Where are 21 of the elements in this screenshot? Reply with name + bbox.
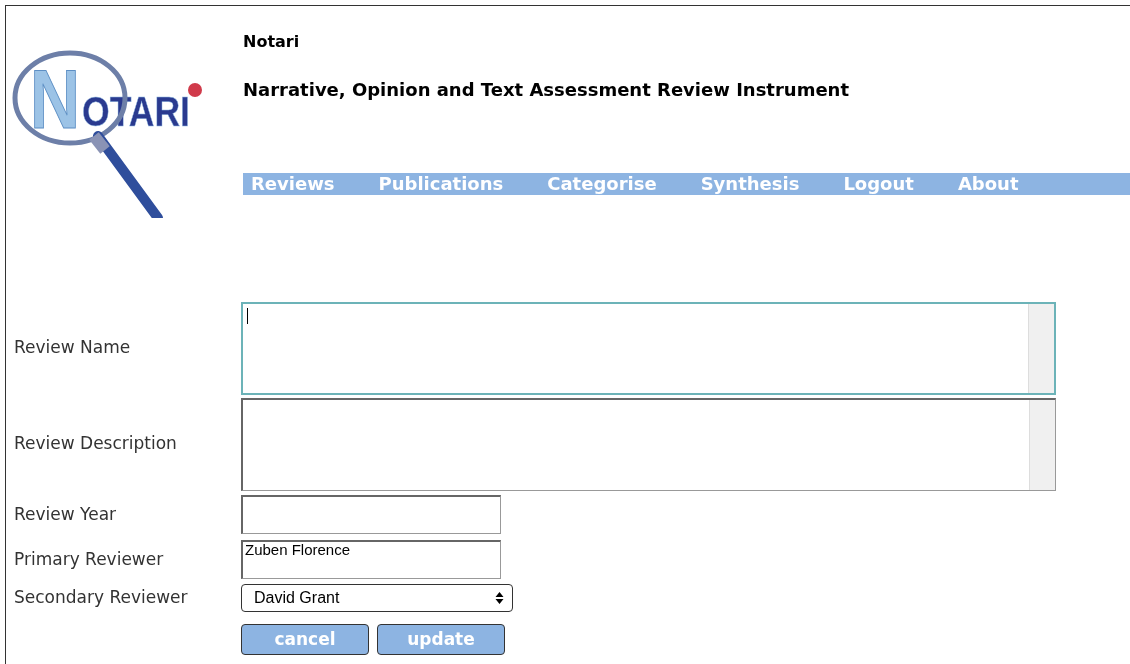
nav-link[interactable]: Synthesis [700, 175, 800, 193]
nav-link[interactable]: Logout [843, 175, 914, 193]
nav-link[interactable]: Categorise [547, 175, 657, 193]
updown-icon [495, 591, 504, 605]
text-field[interactable]: Zuben Florence [241, 540, 501, 579]
field-label: Review Name [13, 336, 132, 360]
text-area[interactable] [241, 397, 1056, 491]
field-label: Secondary Reviewer [13, 586, 189, 610]
form-button[interactable]: update [377, 624, 505, 655]
nav-link[interactable]: Reviews [251, 175, 335, 193]
app-title: Notari [243, 31, 301, 53]
field-label: Primary Reviewer [13, 547, 165, 571]
text-field[interactable] [241, 495, 501, 534]
field-value: Zuben Florence [245, 541, 351, 558]
dropdown[interactable]: David Grant [241, 584, 513, 612]
form-button[interactable]: cancel [241, 624, 369, 655]
field-label: Review Description [13, 432, 178, 456]
app-subtitle: Narrative, Opinion and Text Assessment Review Instrument [243, 78, 851, 102]
nav-link[interactable]: About [957, 175, 1019, 193]
field-label: Review Year [13, 502, 118, 526]
nav-link[interactable]: Publications [378, 175, 504, 193]
